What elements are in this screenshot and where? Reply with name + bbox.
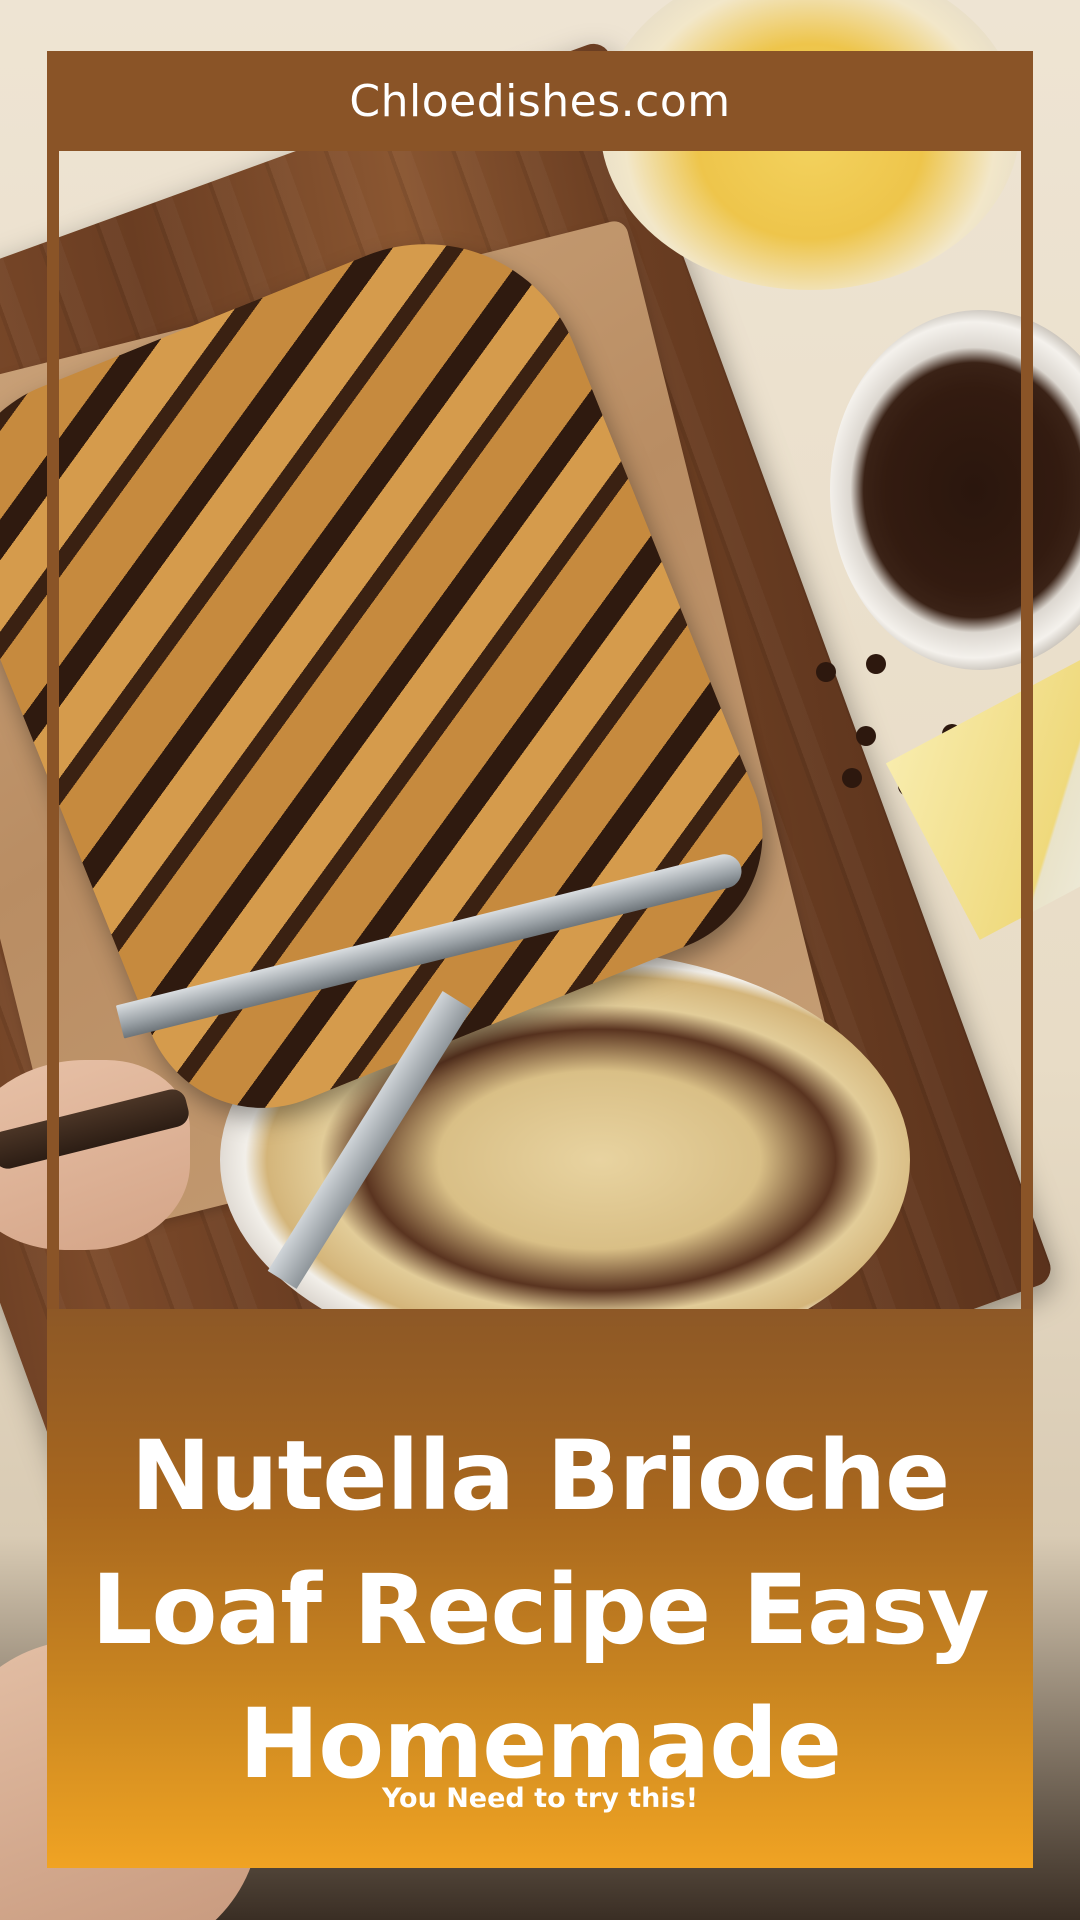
frame-border-right [1021,151,1033,1361]
site-header: Chloedishes.com [47,51,1033,151]
frame-border-left [47,151,59,1361]
title-panel: Nutella Brioche Loaf Recipe Easy Homemad… [47,1309,1033,1868]
photo-window [59,151,1021,1361]
site-name: Chloedishes.com [349,75,731,127]
tagline: You Need to try this! [381,1783,699,1814]
recipe-title: Nutella Brioche Loaf Recipe Easy Homemad… [91,1420,989,1800]
pin-card: Chloedishes.com Nutella Brioche Loaf Rec… [47,51,1033,1868]
